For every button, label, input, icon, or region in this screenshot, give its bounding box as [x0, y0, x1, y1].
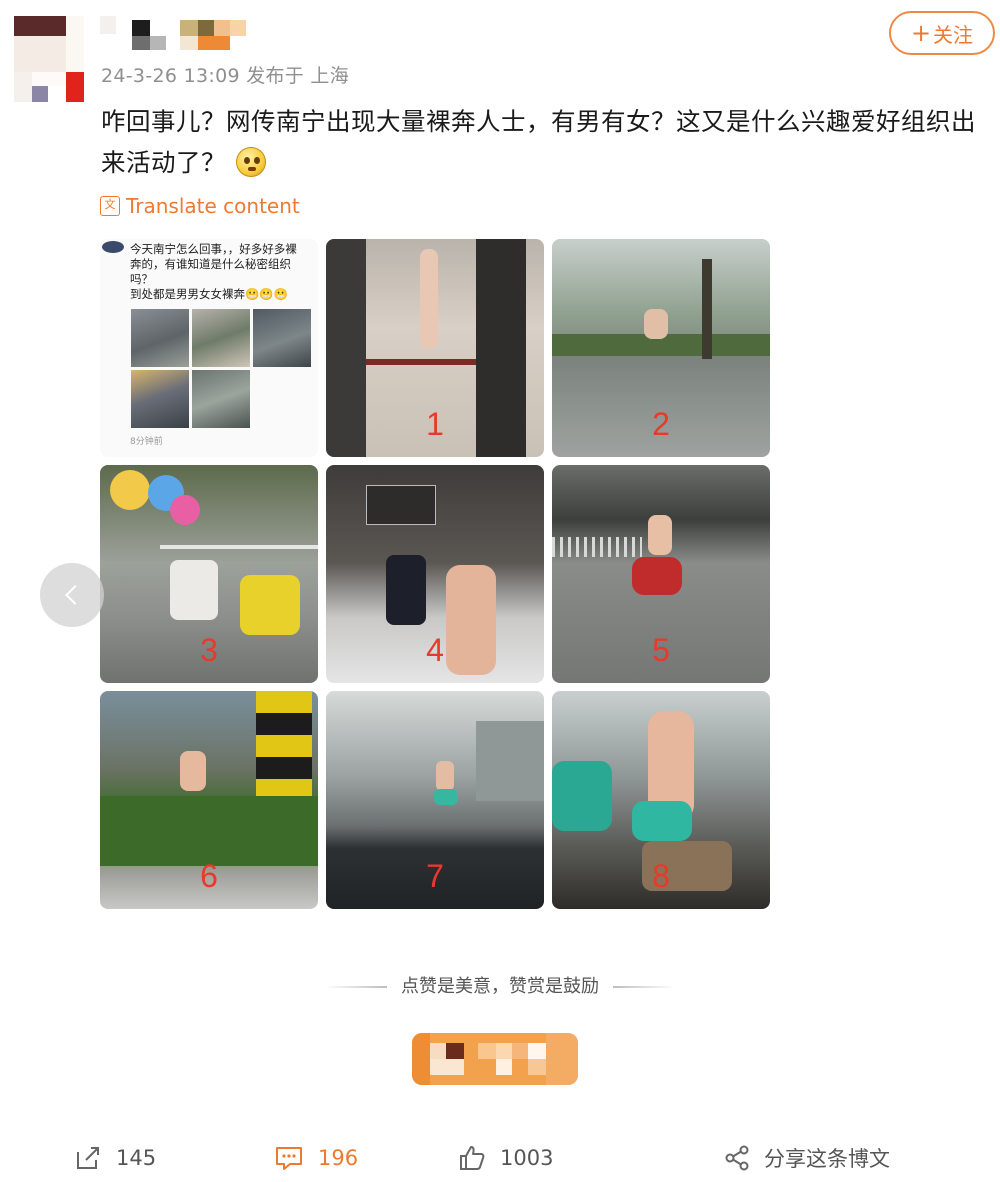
reward-text: 点赞是美意，赞赏是鼓励 — [401, 976, 599, 997]
translate-label: Translate content — [126, 194, 300, 218]
image-thumbnail-7[interactable]: 7 — [326, 691, 544, 909]
post-meta: 24-3-26 13:09 发布于 上海 — [101, 65, 350, 87]
divider — [613, 986, 675, 988]
avatar[interactable] — [14, 16, 84, 104]
image-number: 3 — [200, 632, 218, 668]
screenshot-text-line: 今天南宁怎么回事，，好多好多裸 — [130, 242, 297, 256]
reward-tagline: 点赞是美意，赞赏是鼓励 — [0, 972, 1000, 998]
reward-button[interactable] — [412, 1033, 578, 1085]
rolling-eyes-emoji-icon — [236, 147, 266, 177]
image-number: 8 — [652, 858, 670, 894]
image-number: 6 — [200, 858, 218, 894]
share-label: 分享这条博文 — [764, 1147, 890, 1171]
comment-icon — [276, 1147, 302, 1170]
image-thumbnail-6[interactable]: 6 — [100, 691, 318, 909]
comment-button[interactable]: 196 — [274, 1134, 358, 1182]
image-number: 1 — [426, 406, 444, 442]
comment-count: 196 — [318, 1146, 359, 1170]
action-bar: 145 196 1003 分享这条博文 — [0, 1134, 1000, 1182]
image-thumbnail-3[interactable]: 3 — [100, 465, 318, 683]
follow-label: 关注 — [933, 22, 974, 47]
username[interactable] — [100, 16, 260, 54]
post-text: 咋回事儿？网传南宁出现大量裸奔人士，有男有女？这又是什么兴趣爱好组织出来活动了？ — [101, 101, 996, 183]
translate-icon: 文 — [100, 196, 120, 216]
like-button[interactable]: 1003 — [458, 1134, 553, 1182]
image-thumbnail-5[interactable]: 5 — [552, 465, 770, 683]
image-thumbnail-8[interactable]: 8 — [552, 691, 770, 909]
image-number: 4 — [426, 632, 444, 668]
screenshot-timestamp: 8分钟前 — [130, 437, 163, 447]
image-thumbnail-1[interactable]: 1 — [326, 239, 544, 457]
image-thumbnail-screenshot[interactable]: 今天南宁怎么回事，，好多好多裸 奔的，有谁知道是什么秘密组织 吗？ 到处都是男男… — [100, 239, 318, 457]
previous-image-button[interactable] — [40, 563, 104, 627]
image-number: 2 — [652, 406, 670, 442]
screenshot-text-line: 奔的，有谁知道是什么秘密组织 — [130, 257, 291, 271]
image-thumbnail-2[interactable]: 2 — [552, 239, 770, 457]
chevron-left-icon — [65, 585, 85, 605]
image-thumbnail-4[interactable]: 4 — [326, 465, 544, 683]
plus-icon: + — [910, 19, 932, 47]
screenshot-text-line: 到处都是男男女女裸奔😬😬😬 — [130, 287, 288, 301]
divider — [325, 986, 387, 988]
post-body: 咋回事儿？网传南宁出现大量裸奔人士，有男有女？这又是什么兴趣爱好组织出来活动了？ — [101, 107, 976, 177]
repost-button[interactable]: 145 — [74, 1134, 156, 1182]
thumbs-up-icon — [460, 1146, 485, 1170]
image-number: 7 — [426, 858, 444, 894]
image-number: 5 — [652, 632, 670, 668]
repost-count: 145 — [116, 1146, 157, 1170]
screenshot-text-line: 吗？ — [130, 272, 153, 286]
share-button[interactable]: 分享这条博文 — [724, 1134, 890, 1182]
translate-link[interactable]: 文 Translate content — [100, 194, 300, 218]
repost-icon — [77, 1147, 99, 1169]
share-icon — [725, 1145, 749, 1171]
image-grid: 今天南宁怎么回事，，好多好多裸 奔的，有谁知道是什么秘密组织 吗？ 到处都是男男… — [100, 239, 770, 909]
follow-button[interactable]: + 关注 — [889, 11, 995, 55]
like-count: 1003 — [500, 1146, 554, 1170]
